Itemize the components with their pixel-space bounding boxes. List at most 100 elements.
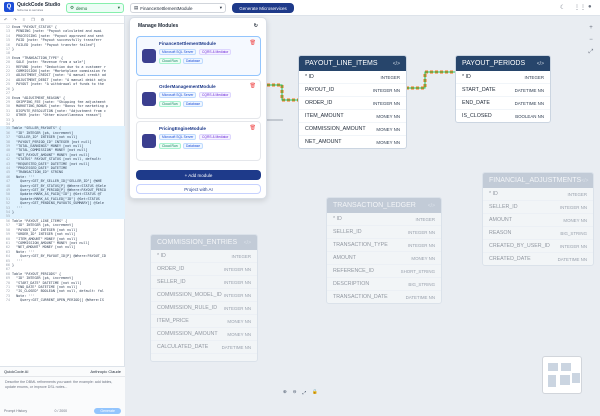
column-name: CREATED_DATE [489,256,531,262]
pattern-tag: CQRS & Mediator [199,92,232,98]
column-type: INTEGER [567,191,587,197]
table-row[interactable]: CREATED_BY_USER_ID INTEGER NN [483,240,593,253]
table-row[interactable]: * ID INTEGER [483,188,593,201]
table-row[interactable]: ORDER_ID INTEGER NN [299,97,406,110]
column-type: BIG_STRING [408,281,435,287]
zoom-out-icon[interactable]: − [587,36,595,44]
table-row[interactable]: * ID INTEGER [151,250,257,263]
column-name: END_DATE [462,100,490,106]
table-row[interactable]: * ID INTEGER [456,71,550,84]
tables-tag: Database [183,101,204,107]
column-name: START_DATE [462,87,496,93]
module-icon [142,49,156,63]
column-type: MONEY NN [227,331,251,337]
table-row[interactable]: PAYOUT_ID INTEGER NN [299,84,406,97]
pattern-tag: CQRS & Mediator [199,134,232,140]
column-type: INTEGER [380,74,400,80]
code-icon[interactable]: </> [428,203,435,209]
table-row[interactable]: AMOUNT MONEY NN [327,252,441,265]
table-financial-adjustments[interactable]: FINANCIAL_ADJUSTMENTS </> * ID INTEGER SELLE… [482,172,594,266]
table-row[interactable]: COMMISSION_RULE_ID INTEGER NN [151,302,257,315]
column-name: ITEM_AMOUNT [305,113,344,119]
manage-modules-title: Manage Modules [138,23,179,29]
column-name: COMMISSION_RULE_ID [157,305,218,311]
zoom-out-icon[interactable]: ⊖ [293,389,297,395]
ai-generate-button[interactable]: Generate [94,408,121,414]
table-row[interactable]: START_DATE DATETIME NN [456,84,550,97]
column-name: * ID [333,216,342,222]
table-name: COMMISSION_ENTRIES [157,239,238,246]
lock-icon[interactable]: 🔒 [312,389,318,395]
table-header: COMMISSION_ENTRIES </> [151,235,257,250]
module-icon [142,134,156,148]
module-card[interactable]: PricingEngineModule Microsoft SQL Server… [136,121,261,161]
table-row[interactable]: * ID INTEGER [299,71,406,84]
minimap[interactable] [542,356,582,394]
column-type: INTEGER NN [372,100,400,106]
column-name: IS_CLOSED [462,113,492,119]
table-name: TRANSACTION_LEDGER [333,202,416,209]
table-row[interactable]: ORDER_ID INTEGER NN [151,263,257,276]
table-row[interactable]: TRANSACTION_DATE DATETIME NN [327,291,441,303]
table-row[interactable]: ITEM_PRICE MONEY NN [151,315,257,328]
code-icon[interactable]: </> [393,61,400,67]
column-name: NET_AMOUNT [305,139,342,145]
deploy-tag: Cloud Run [159,143,181,149]
pattern-tag: CQRS & Mediator [199,49,232,55]
trash-icon[interactable]: 🗑 [250,40,256,46]
fit-view-icon[interactable]: ⤢ [587,48,595,56]
trash-icon[interactable]: 🗑 [250,83,256,89]
code-icon[interactable]: </> [244,240,251,246]
module-card[interactable]: FinanceSettlementModule Microsoft SQL Se… [136,36,261,76]
table-row[interactable]: SELLER_ID INTEGER NN [327,226,441,239]
code-icon[interactable]: </> [537,61,544,67]
fit-view-icon[interactable]: ⤢ [303,390,307,395]
trash-icon[interactable]: 🗑 [250,125,256,131]
zoom-in-icon[interactable]: ⊕ [283,389,287,395]
table-row[interactable]: IS_CLOSED BOOLEAN NN [456,110,550,122]
table-row[interactable]: TRANSACTION_TYPE INTEGER NN [327,239,441,252]
column-name: CREATED_BY_USER_ID [489,243,550,249]
column-type: INTEGER [524,74,544,80]
table-row[interactable]: CALCULATED_DATE DATETIME NN [151,341,257,354]
table-row[interactable]: NET_AMOUNT MONEY NN [299,136,406,148]
table-row[interactable]: SELLER_ID INTEGER NN [151,276,257,289]
column-type: INTEGER NN [223,305,251,311]
column-type: INTEGER NN [223,266,251,272]
add-module-button[interactable]: + Add module [136,170,261,180]
column-name: CALCULATED_DATE [157,344,209,350]
table-name: PAYOUT_PERIODS [462,60,526,67]
column-name: ITEM_PRICE [157,318,189,324]
column-name: TRANSACTION_DATE [333,294,388,300]
column-name: SELLER_ID [333,229,362,235]
table-row[interactable]: COMMISSION_AMOUNT MONEY NN [151,328,257,341]
table-payout-line-items[interactable]: PAYOUT_LINE_ITEMS </> * ID INTEGER PAYOUT_ID… [298,55,407,149]
column-type: MONEY NN [376,139,400,145]
zoom-in-icon[interactable]: + [587,24,595,32]
table-row[interactable]: SELLER_ID INTEGER NN [483,201,593,214]
table-row[interactable]: REASON BIG_STRING [483,227,593,240]
manage-modules-panel: Manage Modules ↻ FinanceSettlementModule… [129,17,267,199]
column-type: INTEGER NN [223,292,251,298]
table-row[interactable]: END_DATE DATETIME NN [456,97,550,110]
table-row[interactable]: * ID INTEGER [327,213,441,226]
table-row[interactable]: DESCRIPTION BIG_STRING [327,278,441,291]
table-commission-entries[interactable]: COMMISSION_ENTRIES </> * ID INTEGER ORDER_ID… [150,234,258,362]
table-transaction-ledger[interactable]: TRANSACTION_LEDGER </> * ID INTEGER SELLER_I… [326,197,442,304]
column-type: INTEGER NN [559,204,587,210]
refresh-icon[interactable]: ↻ [254,23,258,29]
table-header: PAYOUT_PERIODS </> [456,56,550,71]
table-row[interactable]: AMOUNT MONEY NN [483,214,593,227]
table-row[interactable]: COMMISSION_MODEL_ID INTEGER NN [151,289,257,302]
table-payout-periods[interactable]: PAYOUT_PERIODS </> * ID INTEGER START_DATE DA… [455,55,551,123]
column-type: INTEGER NN [223,279,251,285]
table-header: TRANSACTION_LEDGER </> [327,198,441,213]
prompt-history-link[interactable]: Prompt History [4,409,27,413]
table-row[interactable]: REFERENCE_ID SHORT_STRING [327,265,441,278]
table-name: PAYOUT_LINE_ITEMS [305,60,378,67]
module-card[interactable]: OrderManagementModule Microsoft SQL Serv… [136,79,261,119]
table-row[interactable]: CREATED_DATE DATETIME NN [483,253,593,265]
table-row[interactable]: ITEM_AMOUNT MONEY NN [299,110,406,123]
table-row[interactable]: COMMISSION_AMOUNT MONEY NN [299,123,406,136]
project-with-ai-button[interactable]: Project with AI [136,184,261,194]
